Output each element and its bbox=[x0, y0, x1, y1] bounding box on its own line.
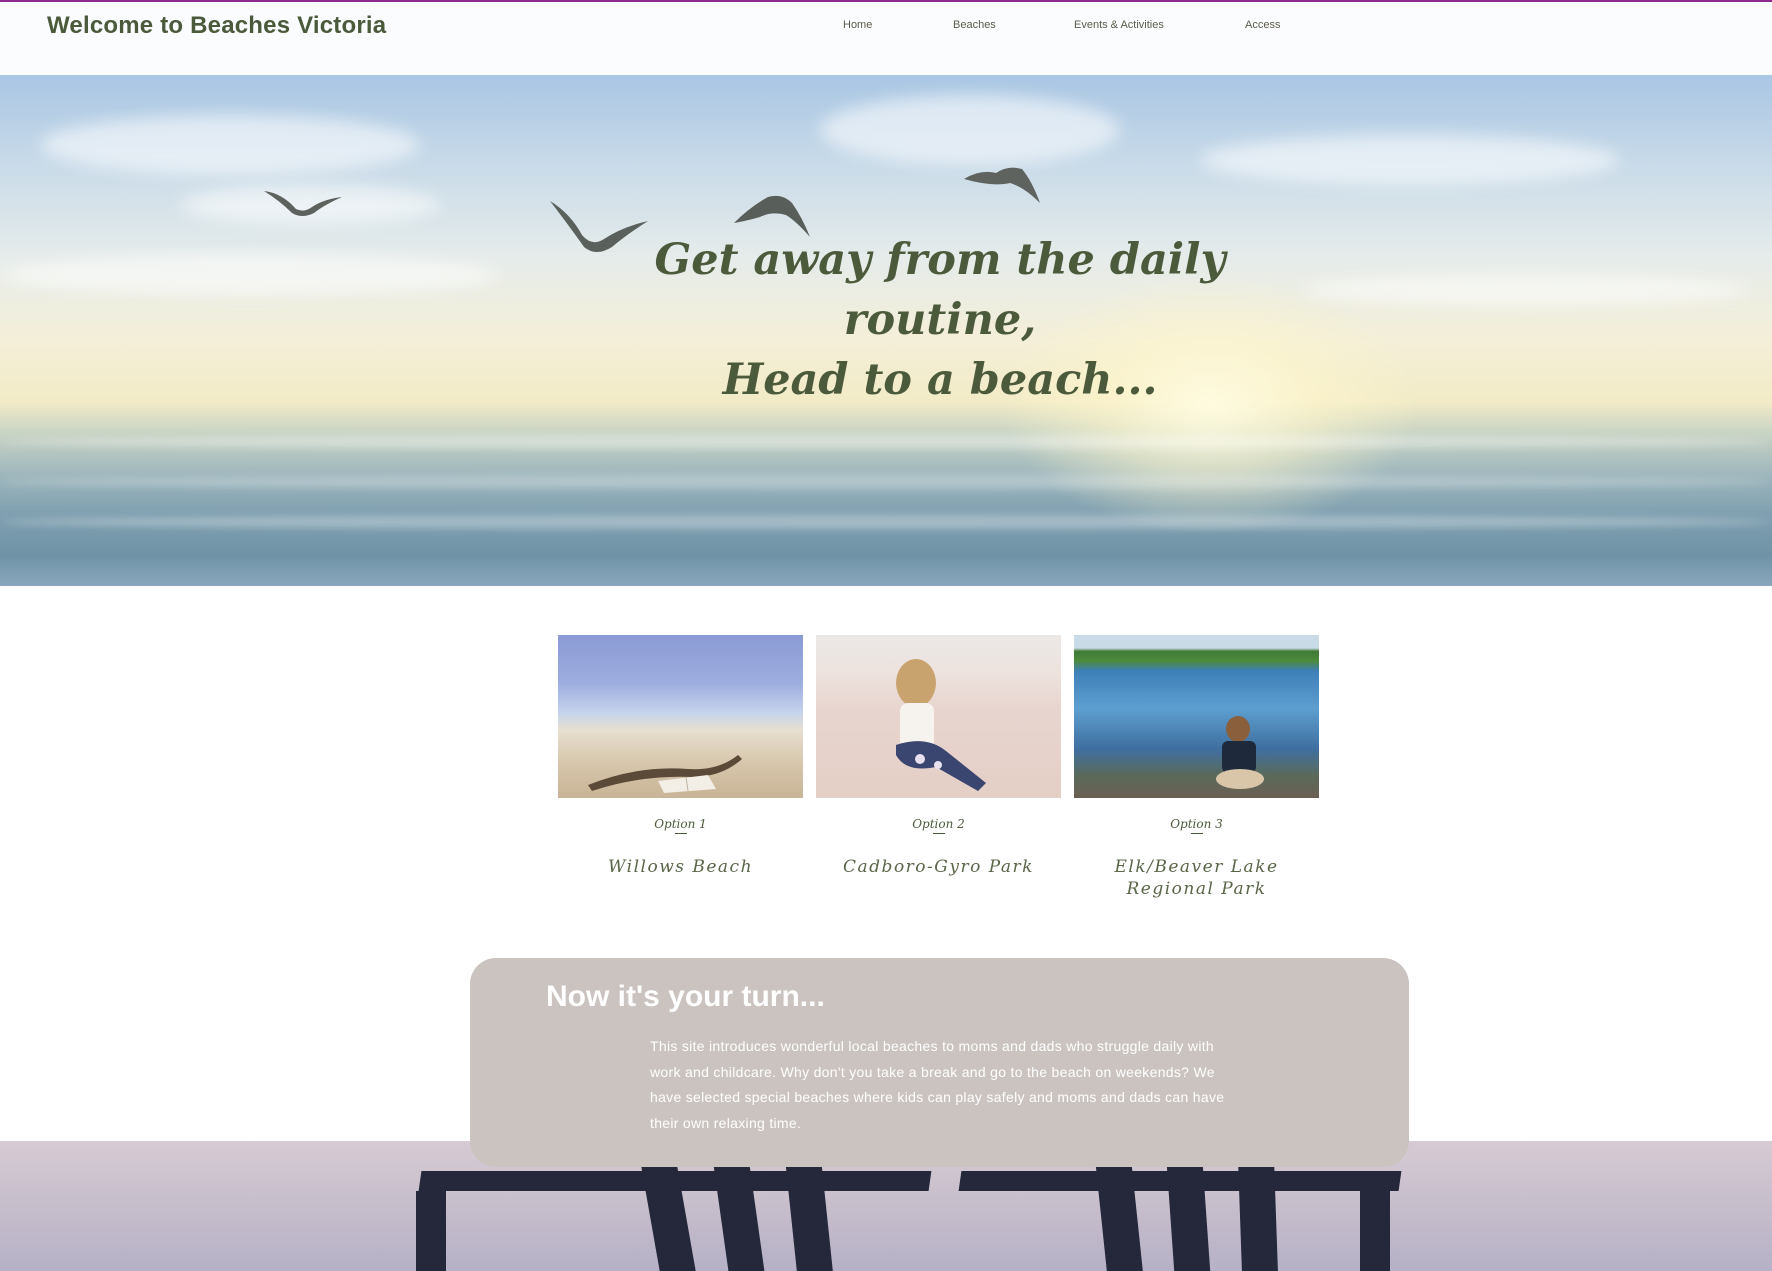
divider bbox=[674, 833, 687, 834]
hero-headline: Get away from the daily routine, Head to… bbox=[560, 230, 1320, 410]
girl-sitting-on-sand-image[interactable] bbox=[816, 635, 1061, 798]
card-beach-name[interactable]: Cadboro-Gyro Park bbox=[816, 856, 1061, 878]
intro-body: This site introduces wonderful local bea… bbox=[650, 1038, 1225, 1131]
cloud bbox=[40, 115, 420, 175]
chair-slat bbox=[711, 1151, 765, 1271]
divider bbox=[1190, 833, 1203, 834]
beach-card[interactable]: Option 2 Cadboro-Gyro Park bbox=[816, 635, 1061, 878]
beach-card[interactable]: Option 3 Elk/Beaver Lake Regional Park bbox=[1074, 635, 1319, 900]
boy-at-lake-image[interactable] bbox=[1074, 635, 1319, 798]
book-on-beach-image[interactable] bbox=[558, 635, 803, 798]
hero-line-1: Get away from the daily routine, bbox=[654, 235, 1226, 345]
beach-card[interactable]: Option 1 Willows Beach bbox=[558, 635, 803, 878]
cloud bbox=[1200, 135, 1620, 185]
driftwood-icon bbox=[588, 755, 742, 793]
girl-figure-icon bbox=[896, 659, 986, 791]
wave bbox=[0, 515, 1772, 529]
main-nav: Home Beaches Events & Activities Access bbox=[0, 19, 1772, 39]
nav-item-events-activities[interactable]: Events & Activities bbox=[1074, 19, 1164, 31]
nav-item-home[interactable]: Home bbox=[843, 19, 872, 31]
nav-item-access[interactable]: Access bbox=[1245, 19, 1280, 31]
seagull-icon bbox=[264, 191, 342, 216]
chair-slat bbox=[1238, 1161, 1278, 1271]
intro-title: Now it's your turn... bbox=[546, 980, 825, 1013]
chair-leg bbox=[416, 1191, 446, 1271]
divider bbox=[932, 833, 945, 834]
site-header: Welcome to Beaches Victoria Home Beaches… bbox=[0, 2, 1772, 75]
hero-line-2: Head to a beach... bbox=[722, 355, 1158, 405]
nav-item-beaches[interactable]: Beaches bbox=[953, 19, 996, 31]
chair-slat bbox=[1165, 1151, 1211, 1271]
card-beach-name[interactable]: Willows Beach bbox=[558, 856, 803, 878]
cloud bbox=[0, 255, 500, 295]
card-option-label: Option 2 bbox=[912, 817, 965, 831]
card-option-label: Option 3 bbox=[1170, 817, 1223, 831]
intro-box: Now it's your turn... This site introduc… bbox=[470, 958, 1409, 1167]
card-option-label: Option 1 bbox=[654, 817, 707, 831]
wave bbox=[0, 435, 1772, 449]
beach-options: Option 1 Willows Beach Option 2 Cadboro-… bbox=[0, 635, 1772, 915]
boy-figure-icon bbox=[1216, 716, 1264, 789]
chair-leg bbox=[1360, 1191, 1390, 1271]
wave bbox=[0, 475, 1772, 489]
seagull-icon bbox=[964, 167, 1040, 203]
card-beach-name[interactable]: Elk/Beaver Lake Regional Park bbox=[1074, 856, 1319, 900]
cloud bbox=[820, 95, 1120, 165]
hero-banner: Get away from the daily routine, Head to… bbox=[0, 75, 1772, 586]
